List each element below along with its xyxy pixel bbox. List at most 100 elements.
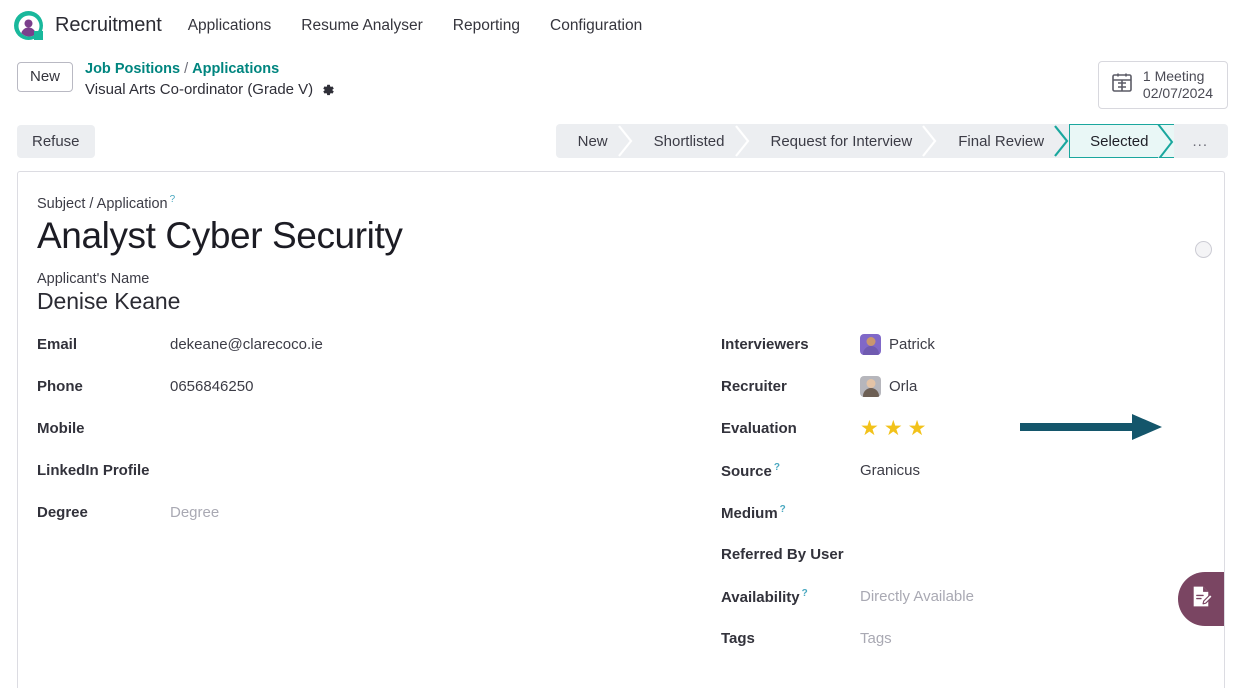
recruitment-logo-icon[interactable]: [14, 11, 43, 40]
stage-overflow-button[interactable]: ...: [1174, 124, 1224, 158]
form-right-column: Interviewers Patrick Recruiter Orla Eval…: [621, 324, 1205, 660]
stage-final-review[interactable]: Final Review: [938, 124, 1070, 158]
document-sign-icon: [1189, 584, 1214, 614]
field-source: Source? Granicus: [721, 450, 1205, 492]
field-label: Recruiter: [721, 378, 787, 396]
field-label: Mobile: [37, 420, 85, 438]
applicant-name-value[interactable]: Denise Keane: [37, 288, 1205, 315]
availability-field[interactable]: Directly Available: [860, 588, 974, 605]
breadcrumb-path: Job Positions / Applications: [85, 60, 335, 80]
breadcrumb: New Job Positions / Applications Visual Ar…: [17, 60, 335, 100]
field-evaluation: Evaluation ★ ★ ★: [721, 408, 1205, 450]
field-interviewers: Interviewers Patrick: [721, 324, 1205, 366]
field-mobile: Mobile: [37, 408, 621, 450]
application-form-card: Subject / Application? Analyst Cyber Sec…: [17, 170, 1225, 688]
star-icon[interactable]: ★: [884, 418, 903, 439]
breadcrumb-link-applications[interactable]: Applications: [192, 61, 279, 77]
subject-label-text: Subject / Application: [37, 195, 168, 212]
recruiter-chip[interactable]: Orla: [860, 376, 918, 398]
stage-label: Selected: [1090, 132, 1149, 150]
sign-document-panel-button[interactable]: [1178, 571, 1224, 626]
stage-label: Request for Interview: [770, 132, 913, 150]
refuse-button[interactable]: Refuse: [17, 124, 95, 158]
calendar-icon: [1110, 70, 1134, 99]
tags-field[interactable]: Tags: [860, 630, 892, 647]
applicant-name-label: Applicant's Name: [37, 270, 150, 287]
avatar: [860, 376, 881, 398]
recruiter-name: Orla: [889, 378, 918, 396]
field-phone: Phone 0656846250: [37, 366, 621, 408]
phone-field[interactable]: 0656846250: [170, 378, 253, 395]
field-referred-by-user: Referred By User: [721, 534, 1205, 576]
field-label-text: Medium: [721, 504, 778, 522]
form-columns: Email dekeane@clarecoco.ie Phone 0656846…: [37, 324, 1205, 660]
stage-request-for-interview[interactable]: Request for Interview: [751, 124, 939, 158]
field-label-text: Source: [721, 462, 772, 480]
nav-item-configuration[interactable]: Configuration: [550, 17, 642, 35]
gear-icon[interactable]: [321, 83, 335, 97]
field-degree: Degree Degree: [37, 492, 621, 534]
meeting-button[interactable]: 1 Meeting 02/07/2024: [1097, 61, 1228, 109]
chevron-right-icon: [617, 124, 635, 158]
field-label: Availability?: [721, 588, 860, 606]
page-title[interactable]: Analyst Cyber Security: [37, 213, 1205, 258]
stage-new[interactable]: New: [556, 124, 634, 158]
stage-label: New: [577, 132, 608, 150]
stage-shortlisted[interactable]: Shortlisted: [634, 124, 751, 158]
field-label: Degree: [37, 504, 88, 522]
interviewer-chip[interactable]: Patrick: [860, 334, 935, 356]
field-label: Phone: [37, 378, 83, 396]
breadcrumb-link-job-positions[interactable]: Job Positions: [85, 61, 180, 77]
breadcrumb-separator: /: [184, 61, 189, 77]
meeting-count: 1 Meeting: [1142, 68, 1205, 84]
field-label: Referred By User: [721, 546, 844, 564]
email-field[interactable]: dekeane@clarecoco.ie: [170, 336, 323, 353]
chevron-right-icon: [921, 124, 939, 158]
brand-name[interactable]: Recruitment: [55, 14, 162, 37]
field-label: Source?: [721, 462, 860, 480]
field-label: Interviewers: [721, 336, 809, 354]
priority-circle-icon[interactable]: [1195, 240, 1212, 258]
statusbar: New Shortlisted Request for Interview Fi…: [555, 124, 1228, 159]
interviewer-name: Patrick: [889, 336, 935, 354]
evaluation-stars[interactable]: ★ ★ ★: [860, 418, 926, 439]
top-navbar: Recruitment Applications Resume Analyser…: [0, 0, 1242, 51]
control-panel: New Job Positions / Applications Visual Ar…: [0, 51, 1242, 119]
nav-item-applications[interactable]: Applications: [188, 17, 272, 35]
field-recruiter: Recruiter Orla: [721, 366, 1205, 408]
field-label-text: Availability: [721, 588, 800, 606]
nav-item-resume-analyser[interactable]: Resume Analyser: [301, 17, 422, 35]
nav-item-reporting[interactable]: Reporting: [453, 17, 520, 35]
record-name: Visual Arts Co-ordinator (Grade V): [85, 80, 314, 98]
field-linkedin-profile: LinkedIn Profile: [37, 450, 621, 492]
form-left-column: Email dekeane@clarecoco.ie Phone 0656846…: [37, 324, 621, 660]
field-label: LinkedIn Profile: [37, 462, 150, 480]
help-icon[interactable]: ?: [170, 194, 176, 205]
subject-field-label: Subject / Application?: [37, 194, 1205, 212]
chevron-right-icon: [1157, 125, 1175, 159]
source-field[interactable]: Granicus: [860, 462, 920, 479]
avatar: [860, 334, 881, 356]
help-icon[interactable]: ?: [780, 504, 786, 515]
meeting-date: 02/07/2024: [1142, 84, 1213, 101]
field-email: Email dekeane@clarecoco.ie: [37, 324, 621, 366]
stage-selected[interactable]: Selected: [1069, 124, 1175, 159]
field-label: Medium?: [721, 504, 860, 522]
field-label: Email: [37, 336, 78, 354]
stage-label: Final Review: [958, 132, 1045, 150]
stage-label: Shortlisted: [653, 132, 725, 150]
statusbar-row: Refuse New Shortlisted Request for Inter…: [0, 118, 1242, 164]
field-label: Evaluation: [721, 420, 797, 438]
star-icon[interactable]: ★: [860, 418, 879, 439]
degree-field[interactable]: Degree: [170, 504, 219, 521]
chevron-right-icon: [734, 124, 752, 158]
field-label: Tags: [721, 630, 755, 648]
help-icon[interactable]: ?: [802, 588, 808, 599]
field-tags: Tags Tags: [721, 618, 1205, 660]
help-icon[interactable]: ?: [774, 462, 780, 473]
field-medium: Medium?: [721, 492, 1205, 534]
field-availability: Availability? Directly Available: [721, 576, 1205, 618]
star-icon[interactable]: ★: [908, 418, 927, 439]
breadcrumb-current-record: Visual Arts Co-ordinator (Grade V): [85, 80, 335, 100]
new-record-badge[interactable]: New: [17, 62, 74, 92]
